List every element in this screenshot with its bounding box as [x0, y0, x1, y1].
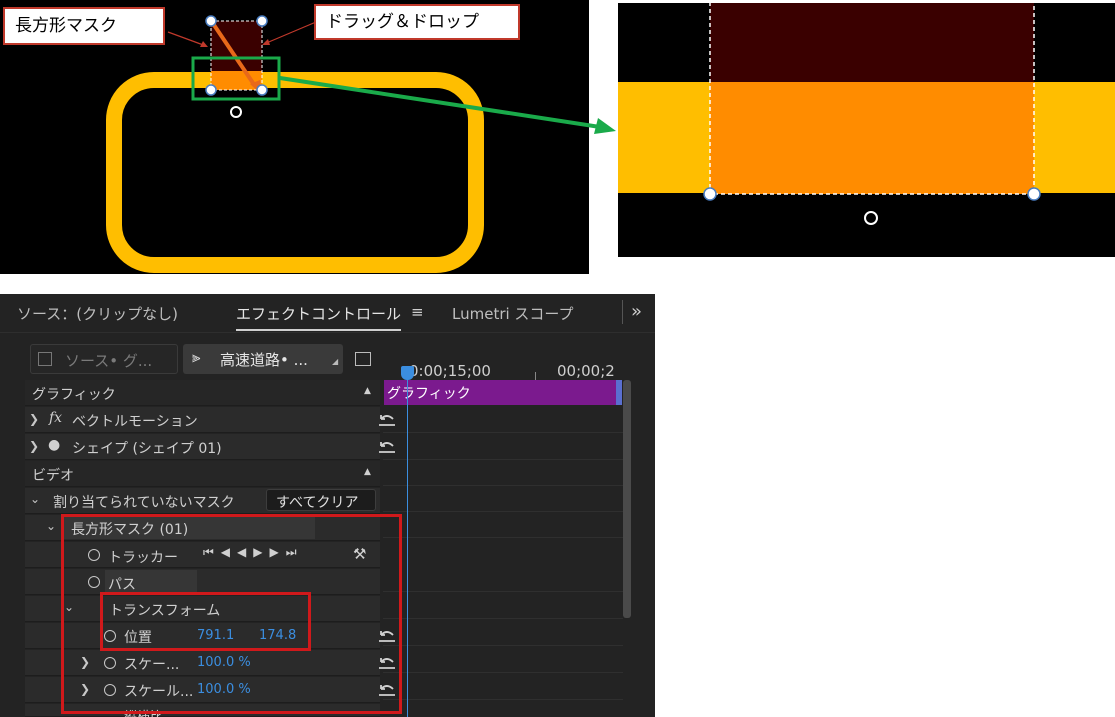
timeline-row-divider [383, 645, 623, 646]
highlight-transform-position [100, 592, 311, 651]
graphic-clip-bar[interactable]: グラフィック [384, 380, 622, 405]
timecode-a: 0:00;15;00 [409, 362, 491, 380]
effect-row-vector-motion[interactable]: ❯ fx ベクトルモーション [25, 407, 395, 433]
clip-end-handle[interactable] [616, 380, 622, 405]
clip-bar-label: グラフィック [387, 386, 471, 402]
callout-arrow-drag [263, 21, 317, 45]
callout-arrow-mask [167, 31, 207, 47]
zoom-inset [618, 3, 1115, 257]
playhead-handle[interactable] [401, 366, 414, 380]
timeline-row-divider [383, 485, 623, 486]
reset-icon[interactable] [377, 440, 397, 454]
overflow-menu-icon[interactable]: » [631, 301, 642, 322]
chevron-down-icon[interactable]: ⌄ [30, 492, 40, 506]
tab-source[interactable]: ソース：(クリップなし) [17, 303, 178, 324]
zoom-anchor-point [864, 211, 878, 225]
shape-label: シェイプ (シェイプ 01) [72, 441, 222, 457]
tab-menu-icon[interactable]: ≡ [411, 303, 424, 321]
tab-effect-controls-label: エフェクトコントロール [236, 305, 402, 323]
sequence-dropdown-label: 高速道路• ... [220, 351, 308, 369]
timeline-row-divider [383, 511, 623, 512]
timecode-b: 00;00;2 [557, 362, 615, 380]
chevron-down-icon[interactable]: ⌄ [46, 519, 56, 533]
zoom-arrowhead [594, 118, 616, 134]
reset-icon[interactable] [377, 413, 397, 427]
timeline-row-divider [383, 618, 623, 619]
effect-row-unassigned-masks[interactable]: ⌄ 割り当てられていないマスク すべてクリア [25, 488, 380, 514]
zoom-arrow-line [279, 76, 601, 129]
zoom-arrow [279, 76, 616, 134]
timeline-row-divider [383, 699, 623, 700]
zoom-mask-orange [710, 82, 1034, 194]
source-dropdown[interactable]: ソース• グ... [30, 344, 178, 374]
panel-toggle-icon[interactable] [355, 352, 371, 366]
zoom-canvas [618, 3, 1115, 225]
section-video[interactable]: ビデオ ▲ [25, 461, 380, 487]
source-dropdown-label: ソース• グ... [65, 352, 153, 370]
section-graphic-label: グラフィック [32, 387, 116, 403]
dropdown-corner-icon: ◢ [332, 357, 339, 366]
collapse-up-icon[interactable]: ▲ [364, 467, 371, 477]
active-tab-underline [236, 329, 402, 331]
section-video-label: ビデオ [32, 468, 74, 484]
timeline-row-divider [383, 537, 623, 538]
panel-tab-bar: ソース：(クリップなし) エフェクトコントロール ≡ Lumetri スコープ … [0, 294, 655, 333]
sequence-dropdown[interactable]: ⫸ 高速道路• ... ◢ [183, 344, 343, 374]
chevron-right-icon[interactable]: ❯ [29, 412, 39, 426]
fx-icon[interactable]: fx [49, 410, 62, 426]
tab-lumetri-scopes[interactable]: Lumetri スコープ [452, 303, 574, 324]
tab-effect-controls[interactable]: エフェクトコントロール [236, 303, 402, 331]
vector-motion-label: ベクトルモーション [72, 414, 198, 430]
clear-all-button[interactable]: すべてクリア [266, 489, 376, 511]
collapse-up-icon[interactable]: ▲ [364, 386, 371, 396]
callout-rect-mask: 長方形マスク [3, 7, 165, 45]
zoom-handle-br [1027, 187, 1041, 201]
tab-divider [622, 300, 623, 324]
timeline-row-divider [383, 432, 623, 433]
timeline-row-divider [383, 459, 623, 460]
callout-arrowhead-drag [262, 39, 270, 45]
timeline-row-divider [383, 591, 623, 592]
eye-icon[interactable]: ● [48, 437, 60, 453]
callout-drag-drop: ドラッグ＆ドロップ [314, 4, 520, 40]
section-graphic[interactable]: グラフィック ▲ [25, 380, 380, 406]
vertical-scrollbar[interactable] [623, 380, 631, 618]
chevron-right-icon[interactable]: ❯ [29, 439, 39, 453]
tick-mark [535, 372, 536, 380]
timeline-row-divider [383, 672, 623, 673]
playhead-line [407, 380, 408, 717]
mask-handle-tl[interactable] [205, 15, 217, 27]
mask-handle-br[interactable] [256, 84, 268, 96]
zoom-handle-bl [703, 187, 717, 201]
mask-handle-bl[interactable] [205, 84, 217, 96]
zoom-mask-top [710, 3, 1034, 82]
clear-all-label: すべてクリア [276, 495, 359, 511]
unassigned-masks-label: 割り当てられていないマスク [53, 495, 235, 511]
mask-handle-tr[interactable] [256, 15, 268, 27]
effect-controls-panel: ソース：(クリップなし) エフェクトコントロール ≡ Lumetri スコープ … [0, 294, 655, 717]
effect-timeline[interactable]: 0:00;15;00 00;00;2 グラフィック [383, 358, 623, 717]
sequence-icon: ⫸ [192, 348, 201, 366]
anchor-point[interactable] [230, 106, 242, 118]
effect-row-shape[interactable]: ❯ ● シェイプ (シェイプ 01) [25, 434, 395, 460]
clip-icon [38, 352, 52, 366]
